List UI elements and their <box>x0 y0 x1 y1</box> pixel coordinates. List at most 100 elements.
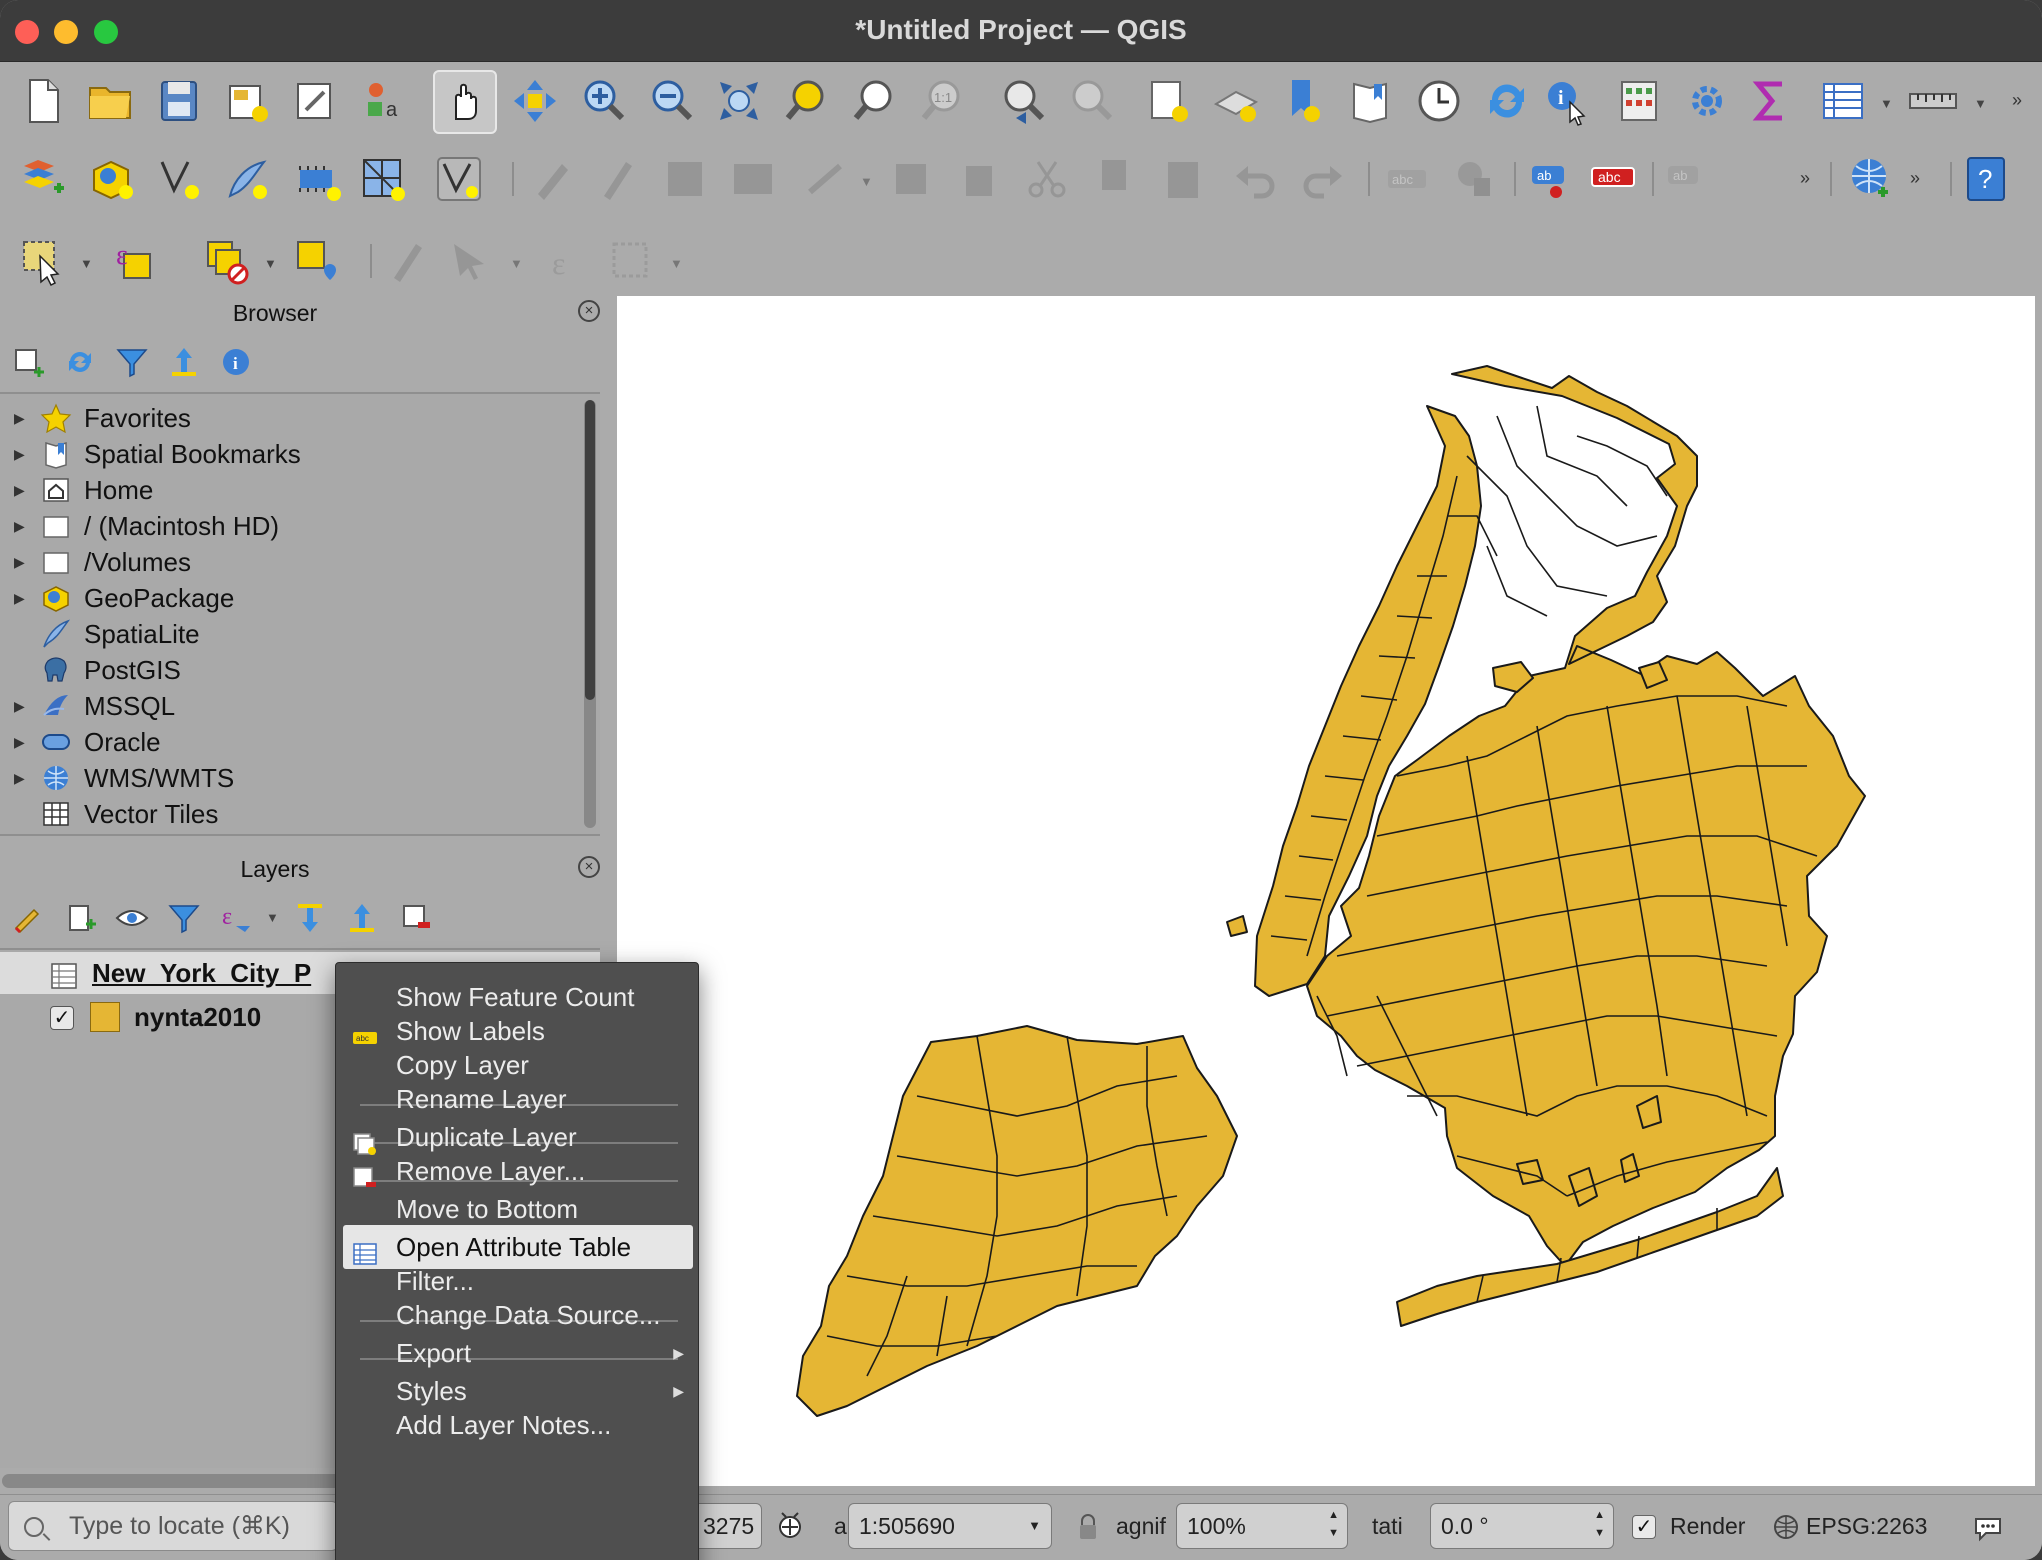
toggle-editing-icon[interactable] <box>590 152 644 206</box>
new-temporary-layer-icon[interactable] <box>292 152 346 206</box>
form-tool-dropdown-arrow[interactable]: ▼ <box>670 256 683 271</box>
current-edits-icon[interactable] <box>526 152 580 206</box>
zoom-last-icon[interactable] <box>996 74 1050 128</box>
attribute-edit-icon[interactable] <box>380 234 434 288</box>
new-map-view-icon[interactable] <box>1140 74 1194 128</box>
close-layers-panel-icon[interactable]: × <box>578 856 600 878</box>
locator-search-input[interactable]: Type to locate (⌘K) <box>8 1501 338 1551</box>
label-toolbar-icon[interactable]: abc <box>1380 152 1434 206</box>
select-features-dropdown-arrow[interactable]: ▼ <box>80 256 93 271</box>
browser-item-spatialite[interactable]: SpatiaLite <box>0 616 580 652</box>
attribute-table-dropdown-arrow[interactable]: ▼ <box>1880 96 1893 111</box>
coordinate-field[interactable]: 3275 <box>692 1503 762 1549</box>
move-label-icon[interactable]: ab <box>1660 152 1714 206</box>
browser-item-spatial-bookmarks[interactable]: ▶ Spatial Bookmarks <box>0 436 580 472</box>
expand-all-icon[interactable] <box>292 900 328 936</box>
menu-item-add-layer-notes[interactable]: Add Layer Notes... <box>336 1403 700 1447</box>
diagram-options-icon[interactable] <box>1448 152 1502 206</box>
paste-features-icon[interactable] <box>1156 152 1210 206</box>
measure-dropdown-arrow[interactable]: ▼ <box>1974 96 1987 111</box>
open-layer-styling-icon[interactable] <box>10 900 46 936</box>
filter-legend-icon[interactable] <box>166 900 202 936</box>
undo-icon[interactable] <box>1228 152 1282 206</box>
expand-arrow-icon[interactable]: ▶ <box>14 724 25 760</box>
messages-icon[interactable] <box>1970 1509 2006 1545</box>
style-manager-icon[interactable]: a <box>356 74 410 128</box>
expand-arrow-icon[interactable]: ▶ <box>14 580 25 616</box>
browser-item-volumes[interactable]: ▶ /Volumes <box>0 544 580 580</box>
metasearch-icon[interactable] <box>1842 152 1896 206</box>
new-geopackage-layer-icon[interactable] <box>84 152 138 206</box>
properties-info-icon[interactable]: i <box>218 344 254 380</box>
deselect-dropdown-arrow[interactable]: ▼ <box>264 256 277 271</box>
select-tool-dropdown-arrow[interactable]: ▼ <box>510 256 523 271</box>
identify-features-icon[interactable]: i <box>1540 74 1594 128</box>
pin-labels-icon[interactable]: ab <box>1522 152 1576 206</box>
new-virtual-layer-icon[interactable] <box>356 152 410 206</box>
filter-browser-icon[interactable] <box>114 344 150 380</box>
add-selected-layers-icon[interactable] <box>10 344 46 380</box>
show-bookmarks-icon[interactable] <box>1344 74 1398 128</box>
rotation-spinbox[interactable]: 0.0 ° ▲ ▼ <box>1430 1503 1614 1549</box>
browser-item-vector-tiles[interactable]: Vector Tiles <box>0 796 580 832</box>
browser-item-oracle[interactable]: ▶ Oracle <box>0 724 580 760</box>
open-project-icon[interactable] <box>84 74 138 128</box>
expand-arrow-icon[interactable]: ▶ <box>14 472 25 508</box>
toolbar-overflow-chevron[interactable]: » <box>2012 90 2022 111</box>
layout-manager-icon[interactable] <box>288 74 342 128</box>
toolbar-overflow-chevron[interactable]: » <box>1800 168 1810 189</box>
browser-scrollbar[interactable] <box>584 400 596 828</box>
deselect-features-icon[interactable] <box>200 234 254 288</box>
select-tool-icon[interactable] <box>444 234 498 288</box>
add-group-icon[interactable] <box>62 900 98 936</box>
collapse-all-icon[interactable] <box>166 344 202 380</box>
open-field-calculator-icon[interactable] <box>1612 74 1666 128</box>
copy-features-icon[interactable] <box>1088 152 1142 206</box>
expand-arrow-icon[interactable]: ▶ <box>14 688 25 724</box>
pan-map-icon[interactable] <box>433 70 497 134</box>
toolbar-overflow-chevron[interactable]: » <box>1910 168 1920 189</box>
zoom-to-selection-icon[interactable] <box>780 74 834 128</box>
zoom-native-resolution-icon[interactable]: 1:1 <box>916 74 970 128</box>
save-edits-icon[interactable] <box>658 152 712 206</box>
zoom-to-layer-icon[interactable] <box>848 74 902 128</box>
manage-visibility-eye-icon[interactable] <box>114 900 150 936</box>
gear-icon[interactable] <box>1680 74 1734 128</box>
new-vector-layer-icon[interactable] <box>152 152 206 206</box>
digitizing-dropdown-arrow[interactable]: ▼ <box>860 174 873 189</box>
close-browser-panel-icon[interactable]: × <box>578 300 600 322</box>
help-icon[interactable]: ? <box>1960 152 2014 206</box>
browser-item-favorites[interactable]: ▶ Favorites <box>0 400 580 436</box>
new-spatialite-layer-icon[interactable] <box>220 152 274 206</box>
save-project-icon[interactable] <box>152 74 206 128</box>
filter-by-expression-icon[interactable]: ε <box>218 900 254 936</box>
expression-tool-icon[interactable]: ε <box>540 234 594 288</box>
browser-item-postgis[interactable]: PostGIS <box>0 652 580 688</box>
select-by-expression-icon[interactable]: ε <box>108 234 162 288</box>
expand-arrow-icon[interactable]: ▶ <box>14 436 25 472</box>
zoom-out-icon[interactable] <box>644 74 698 128</box>
select-features-icon[interactable] <box>16 234 70 288</box>
modify-attributes-icon[interactable] <box>888 152 942 206</box>
magnifier-spinbox[interactable]: 100% ▲ ▼ <box>1176 1503 1348 1549</box>
expand-arrow-icon[interactable]: ▶ <box>14 400 25 436</box>
new-bookmark-icon[interactable] <box>1276 74 1330 128</box>
measure-line-icon[interactable] <box>1906 74 1960 128</box>
browser-item-mssql[interactable]: ▶ MSSQL <box>0 688 580 724</box>
remove-layer-icon[interactable] <box>398 900 434 936</box>
zoom-next-icon[interactable] <box>1064 74 1118 128</box>
zoom-full-icon[interactable] <box>712 74 766 128</box>
attribute-table-icon[interactable] <box>1816 74 1870 128</box>
statistical-summary-icon[interactable] <box>1744 74 1798 128</box>
digitizing-tool-icon[interactable] <box>800 152 854 206</box>
browser-scrollbar-thumb[interactable] <box>585 400 595 700</box>
pan-to-selection-icon[interactable] <box>508 74 562 128</box>
digitize-with-segment-icon[interactable] <box>726 152 780 206</box>
layer-visibility-checkbox[interactable]: ✓ <box>50 1006 74 1030</box>
temporal-controller-icon[interactable] <box>1412 74 1466 128</box>
cut-features-icon[interactable] <box>1020 152 1074 206</box>
new-3d-map-view-icon[interactable] <box>1208 74 1262 128</box>
render-checkbox[interactable]: ✓ <box>1632 1515 1656 1539</box>
expand-arrow-icon[interactable]: ▶ <box>14 544 25 580</box>
browser-item-home[interactable]: ▶ Home <box>0 472 580 508</box>
